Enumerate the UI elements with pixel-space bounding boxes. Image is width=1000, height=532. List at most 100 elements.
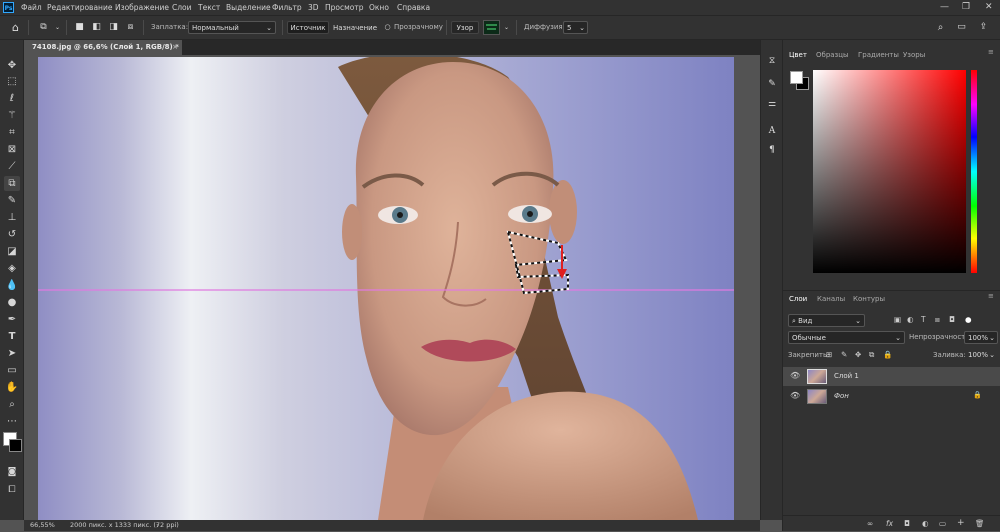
pattern-swatch[interactable]: [483, 20, 500, 35]
search-icon[interactable]: ⌕: [935, 22, 946, 33]
layer-row-layer1[interactable]: 👁 Слой 1: [783, 367, 1000, 386]
quick-mask-icon[interactable]: ◙: [4, 465, 20, 480]
brush-tool-icon[interactable]: ✎: [4, 193, 20, 208]
filter-toggle-icon[interactable]: ●: [965, 315, 972, 324]
paragraph-icon[interactable]: ¶: [765, 143, 779, 157]
lock-image-icon[interactable]: ✎: [841, 350, 847, 359]
tab-gradients[interactable]: Градиенты: [858, 48, 899, 62]
patch-tool-icon[interactable]: ⧉: [38, 22, 49, 33]
close-window-button[interactable]: ✕: [985, 0, 993, 15]
restore-button[interactable]: ❐: [962, 0, 970, 15]
path-selection-tool-icon[interactable]: ➤: [4, 346, 20, 361]
hue-slider[interactable]: [971, 70, 977, 273]
hand-tool-icon[interactable]: ✋: [4, 380, 20, 395]
eye-icon[interactable]: 👁: [790, 391, 800, 400]
tab-paths[interactable]: Контуры: [853, 292, 885, 306]
rectangle-tool-icon[interactable]: ▭: [4, 363, 20, 378]
tab-swatches[interactable]: Образцы: [816, 48, 849, 62]
minimize-button[interactable]: —: [940, 0, 949, 15]
layer-filter-select[interactable]: ⌕ Вид ⌄: [788, 314, 865, 327]
lasso-tool-icon[interactable]: ℓ: [4, 91, 20, 106]
diffusion-input[interactable]: 5 ⌄: [563, 21, 588, 34]
new-layer-icon[interactable]: +: [957, 518, 965, 528]
opacity-input[interactable]: 100% ⌄: [964, 331, 998, 344]
use-pattern-button[interactable]: Узор: [451, 21, 479, 34]
chevron-down-icon[interactable]: ⌄: [501, 22, 512, 33]
eyedropper-tool-icon[interactable]: ⟋: [4, 159, 20, 174]
link-layers-icon[interactable]: ∞: [867, 519, 873, 528]
menu-file[interactable]: Файл: [21, 0, 42, 15]
filter-smart-icon[interactable]: ◘: [949, 315, 955, 324]
panel-menu-icon[interactable]: ≡: [988, 48, 994, 56]
menu-window[interactable]: Окно: [369, 0, 389, 15]
chevron-right-icon[interactable]: ›: [156, 520, 159, 531]
home-icon[interactable]: ⌂: [10, 22, 21, 33]
character-icon[interactable]: A: [765, 124, 779, 138]
history-icon[interactable]: ⧖: [765, 54, 779, 68]
canvas-area[interactable]: [24, 55, 760, 520]
new-group-icon[interactable]: ▭: [939, 519, 946, 528]
frame-tool-icon[interactable]: ⊠: [4, 142, 20, 157]
menu-filter[interactable]: Фильтр: [272, 0, 302, 15]
workspace-icon[interactable]: ▭: [956, 22, 967, 33]
marquee-tool-icon[interactable]: ⬚: [4, 74, 20, 89]
more-tools-icon[interactable]: ⋯: [4, 414, 20, 429]
filter-adjustment-icon[interactable]: ◐: [907, 315, 914, 324]
menu-help[interactable]: Справка: [397, 0, 430, 15]
adjustments-icon[interactable]: ⚌: [765, 97, 779, 111]
patch-tool-icon[interactable]: ⧉: [4, 176, 20, 191]
stamp-tool-icon[interactable]: ⊥: [4, 210, 20, 225]
foreground-color-swatch[interactable]: [790, 71, 803, 84]
portrait-photo[interactable]: [38, 57, 734, 520]
type-tool-icon[interactable]: T: [4, 329, 20, 344]
intersect-selection-icon[interactable]: ⧈: [125, 22, 136, 33]
paint-bucket-tool-icon[interactable]: ◈: [4, 261, 20, 276]
add-selection-icon[interactable]: ◧: [91, 22, 102, 33]
filter-type-icon[interactable]: T: [921, 315, 926, 324]
document-tab[interactable]: 74108.jpg @ 66,6% (Слой 1, RGB/8) * ×: [24, 40, 182, 55]
fx-icon[interactable]: fx: [886, 519, 893, 528]
lock-transparency-icon[interactable]: ⊞: [826, 350, 832, 359]
eye-icon[interactable]: 👁: [790, 371, 800, 380]
color-field[interactable]: [813, 70, 966, 273]
lock-position-icon[interactable]: ✥: [855, 350, 861, 359]
tab-channels[interactable]: Каналы: [817, 292, 845, 306]
filter-shape-icon[interactable]: ⧈: [935, 315, 940, 325]
new-selection-icon[interactable]: ■: [74, 22, 85, 33]
patch-mode-select[interactable]: Нормальный ⌄: [188, 21, 276, 34]
pen-tool-icon[interactable]: ✒: [4, 312, 20, 327]
magic-wand-tool-icon[interactable]: ⚚: [4, 108, 20, 123]
tab-color[interactable]: Цвет: [789, 48, 807, 62]
background-color-swatch[interactable]: [9, 439, 22, 452]
menu-layers[interactable]: Слои: [172, 0, 192, 15]
delete-layer-icon[interactable]: 🗑: [975, 519, 985, 528]
fill-input[interactable]: 100% ⌄: [964, 348, 998, 361]
history-brush-tool-icon[interactable]: ↺: [4, 227, 20, 242]
zoom-level[interactable]: 66,55%: [30, 520, 55, 531]
adjustment-layer-icon[interactable]: ◐: [922, 519, 929, 528]
subtract-selection-icon[interactable]: ◨: [108, 22, 119, 33]
crop-tool-icon[interactable]: ⌗: [4, 125, 20, 140]
lock-artboard-icon[interactable]: ⧉: [869, 350, 874, 360]
panel-menu-icon[interactable]: ≡: [988, 292, 994, 300]
destination-button[interactable]: Назначение: [331, 21, 379, 34]
lock-all-icon[interactable]: 🔒: [883, 350, 892, 359]
blend-mode-select[interactable]: Обычные ⌄: [788, 331, 905, 344]
menu-view[interactable]: Просмотр: [325, 0, 364, 15]
menu-type[interactable]: Текст: [198, 0, 220, 15]
screen-mode-icon[interactable]: ⧠: [4, 483, 20, 498]
layer-row-background[interactable]: 👁 Фон 🔒: [783, 387, 1000, 406]
add-mask-icon[interactable]: ◘: [904, 519, 910, 528]
share-icon[interactable]: ⇪: [978, 22, 989, 33]
menu-3d[interactable]: 3D: [308, 0, 319, 15]
tab-patterns[interactable]: Узоры: [903, 48, 925, 62]
menu-edit[interactable]: Редактирование: [47, 0, 112, 15]
menu-select[interactable]: Выделение: [226, 0, 271, 15]
chevron-down-icon[interactable]: ⌄: [52, 22, 63, 33]
filter-pixel-icon[interactable]: ▣: [894, 315, 901, 324]
eraser-tool-icon[interactable]: ◪: [4, 244, 20, 259]
source-button[interactable]: Источник: [287, 21, 329, 34]
tab-layers[interactable]: Слои: [789, 292, 807, 306]
move-tool-icon[interactable]: ✥: [4, 58, 20, 73]
blur-tool-icon[interactable]: 💧: [4, 278, 20, 293]
